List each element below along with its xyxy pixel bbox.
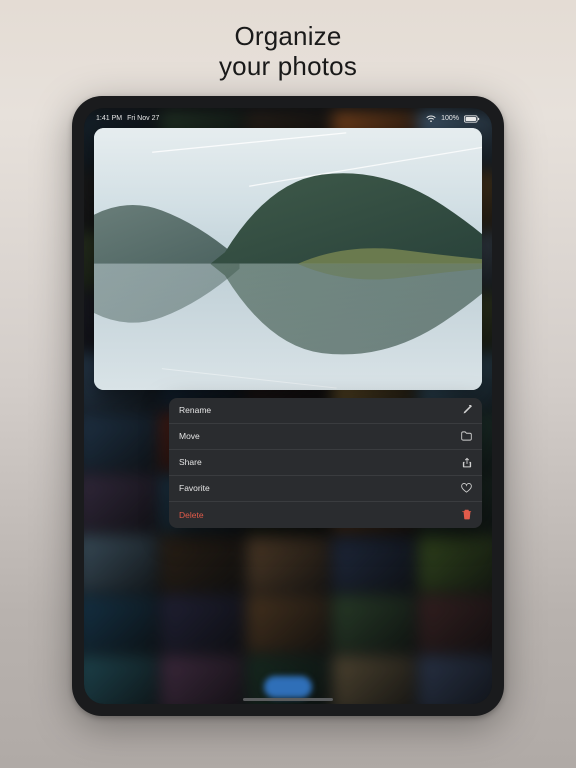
trash-icon	[462, 509, 472, 520]
grid-tile	[84, 595, 158, 652]
context-menu: Rename Move Share Favorite	[169, 398, 482, 528]
folder-icon	[461, 431, 472, 441]
menu-item-move[interactable]: Move	[169, 424, 482, 450]
grid-tile	[161, 595, 244, 652]
home-indicator[interactable]	[243, 698, 333, 701]
wifi-icon	[426, 115, 436, 123]
grid-tile	[247, 535, 330, 592]
ipad-frame: 1:41 PM Fri Nov 27 100%	[72, 96, 504, 716]
menu-label: Move	[179, 431, 200, 441]
heart-icon	[461, 483, 472, 493]
menu-label: Share	[179, 457, 202, 467]
menu-label: Rename	[179, 405, 211, 415]
status-time: 1:41 PM	[96, 115, 122, 122]
grid-tile	[333, 595, 416, 652]
battery-icon	[464, 115, 480, 123]
grid-tile	[418, 655, 492, 703]
menu-label: Favorite	[179, 483, 210, 493]
menu-item-rename[interactable]: Rename	[169, 398, 482, 424]
grid-tile	[247, 595, 330, 652]
share-icon	[462, 457, 472, 468]
grid-tile	[161, 535, 244, 592]
pencil-icon	[462, 405, 472, 415]
grid-tile	[84, 655, 158, 703]
menu-label: Delete	[179, 510, 204, 520]
marketing-headline: Organize your photos	[219, 22, 357, 82]
status-bar: 1:41 PM Fri Nov 27 100%	[84, 112, 492, 126]
menu-item-delete[interactable]: Delete	[169, 502, 482, 528]
grid-tile	[333, 655, 416, 703]
bottom-action-button[interactable]	[264, 676, 312, 698]
menu-item-favorite[interactable]: Favorite	[169, 476, 482, 502]
status-battery-percent: 100%	[441, 115, 459, 122]
ipad-screen: 1:41 PM Fri Nov 27 100%	[84, 108, 492, 704]
headline-line-2: your photos	[219, 51, 357, 81]
grid-tile	[84, 474, 158, 531]
grid-tile	[333, 535, 416, 592]
grid-tile	[418, 595, 492, 652]
status-date: Fri Nov 27	[127, 115, 159, 122]
grid-tile	[84, 414, 158, 471]
headline-line-1: Organize	[234, 21, 341, 51]
selected-photo[interactable]	[94, 128, 482, 390]
grid-tile	[418, 535, 492, 592]
menu-item-share[interactable]: Share	[169, 450, 482, 476]
grid-tile	[161, 655, 244, 703]
grid-tile	[84, 535, 158, 592]
